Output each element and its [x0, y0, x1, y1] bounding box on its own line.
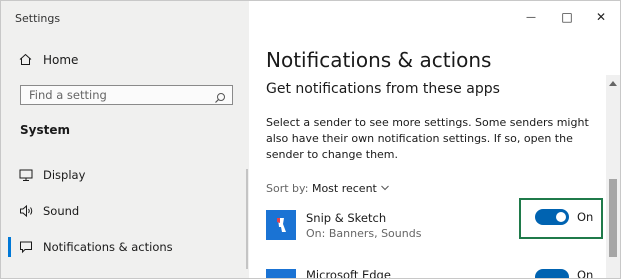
sidebar-scrollbar[interactable] — [246, 169, 248, 269]
section-heading: Get notifications from these apps — [266, 81, 500, 97]
close-button[interactable]: ✕ — [589, 9, 613, 25]
edge-app-icon — [266, 269, 296, 278]
sidebar-item-label: Sound — [43, 204, 80, 218]
sidebar-item-sound[interactable]: Sound — [1, 200, 249, 222]
monitor-icon — [19, 167, 33, 186]
sidebar-item-label: Display — [43, 168, 86, 182]
minimize-button[interactable]: — — [519, 9, 543, 25]
sidebar: Settings Home System Display Sound — [1, 1, 249, 278]
home-icon — [19, 51, 32, 70]
toggle-knob — [556, 212, 566, 222]
search-box[interactable] — [20, 85, 233, 105]
sort-value[interactable]: Most recent — [312, 182, 377, 195]
sidebar-item-label: Notifications & actions — [43, 240, 173, 254]
edge-toggle[interactable] — [535, 269, 569, 278]
maximize-icon: □ — [561, 10, 573, 24]
app-name: Snip & Sketch — [306, 211, 387, 225]
home-label: Home — [43, 53, 79, 67]
search-icon[interactable] — [214, 89, 226, 108]
speaker-icon — [19, 203, 35, 222]
home-link[interactable]: Home — [19, 51, 78, 69]
sidebar-item-notifications[interactable]: Notifications & actions — [1, 236, 249, 258]
snip-sketch-toggle[interactable] — [535, 209, 569, 225]
maximize-button[interactable]: □ — [555, 9, 579, 25]
scroll-up-arrow-icon[interactable] — [606, 77, 620, 89]
close-icon: ✕ — [595, 10, 607, 24]
sort-control[interactable]: Sort by: Most recent — [266, 182, 390, 195]
toggle-state-label: On — [577, 210, 594, 224]
search-input[interactable] — [21, 88, 214, 102]
main-pane: — □ ✕ Notifications & actions Get notifi… — [249, 1, 620, 278]
main-scrollbar[interactable] — [606, 75, 620, 278]
scrollbar-thumb[interactable] — [609, 179, 617, 257]
app-row-microsoft-edge[interactable]: Microsoft Edge On — [266, 267, 616, 279]
section-label-system: System — [20, 123, 70, 137]
snip-sketch-app-icon — [266, 210, 296, 240]
description-text: Select a sender to see more settings. So… — [266, 116, 589, 161]
window-title: Settings — [15, 12, 61, 25]
app-name: Microsoft Edge — [306, 268, 391, 279]
settings-window: Settings Home System Display Sound — [0, 0, 621, 279]
sidebar-item-display[interactable]: Display — [1, 164, 249, 186]
sort-label: Sort by: — [266, 182, 309, 195]
toggle-state-label: On — [577, 268, 594, 279]
notification-icon — [19, 239, 33, 258]
page-title: Notifications & actions — [266, 48, 492, 72]
minimize-icon: — — [526, 11, 536, 23]
app-detail: On: Banners, Sounds — [306, 227, 422, 240]
chevron-down-icon[interactable] — [380, 182, 390, 195]
